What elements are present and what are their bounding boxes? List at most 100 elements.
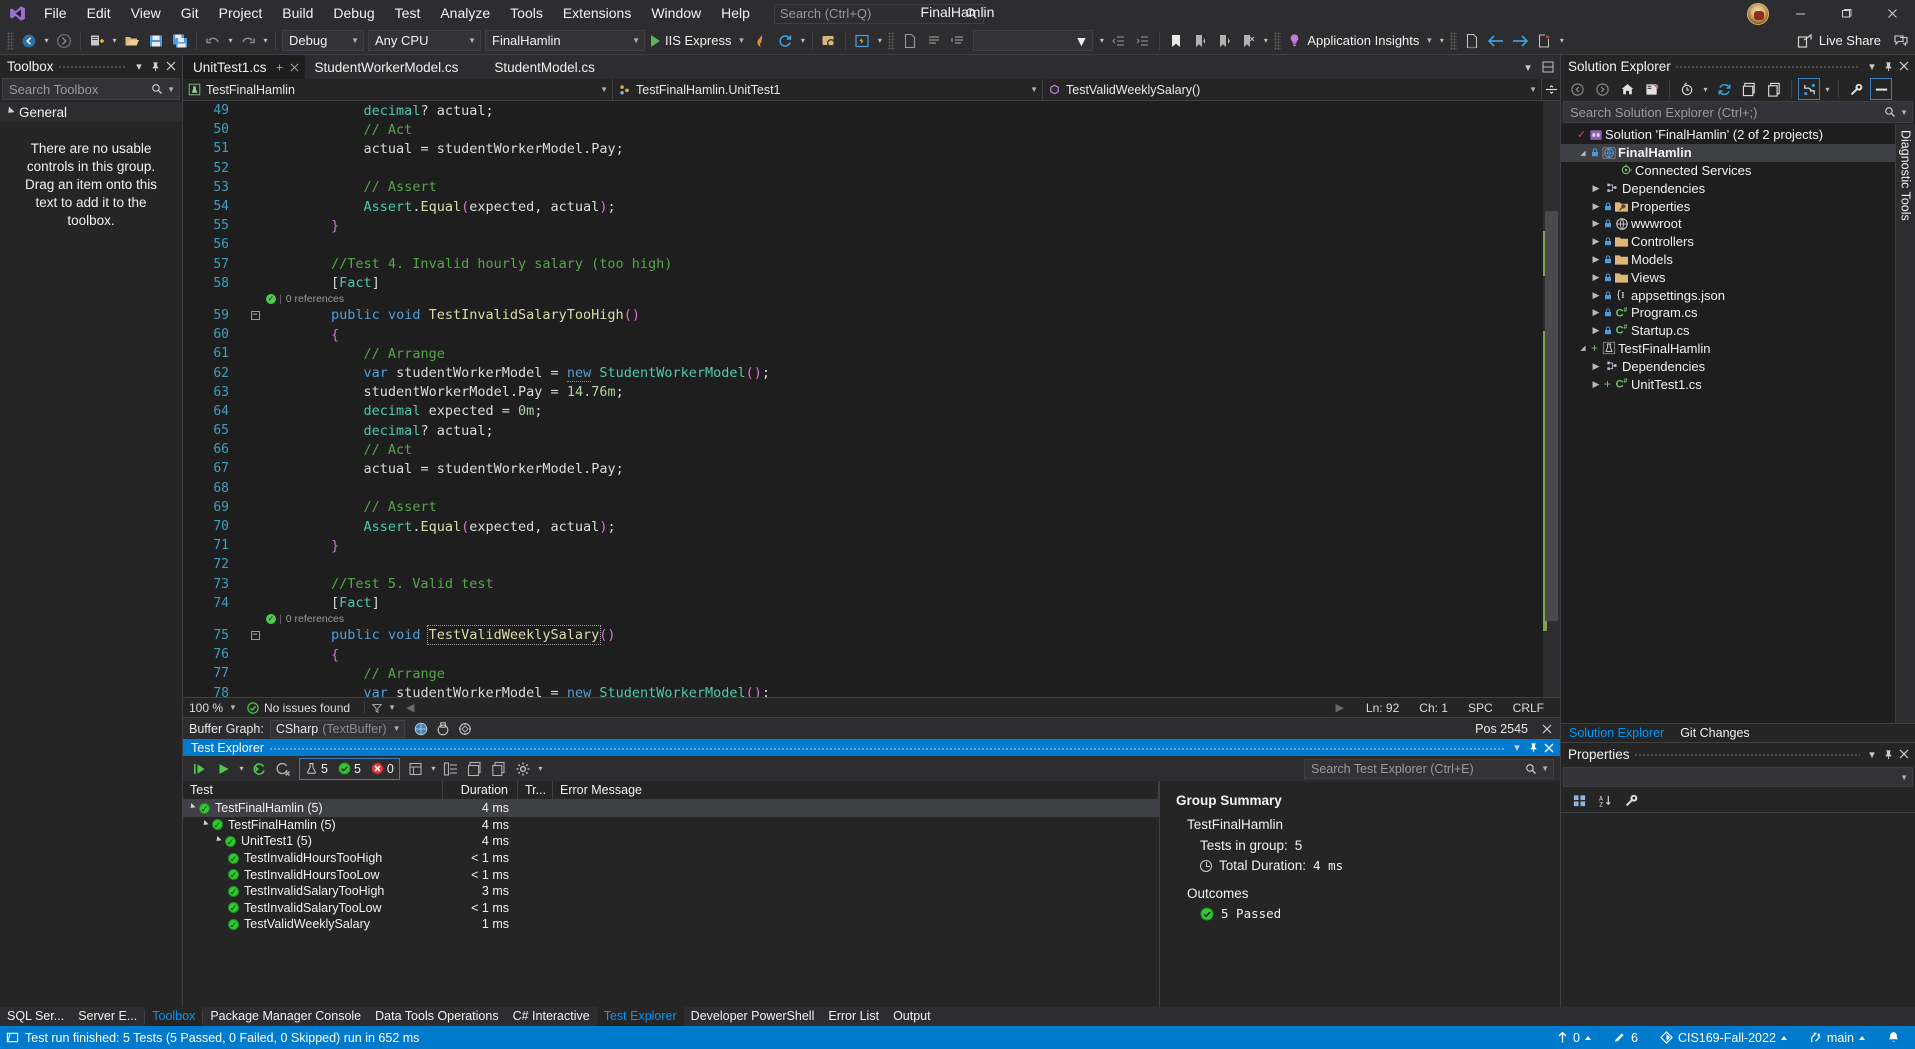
close-icon[interactable]: [290, 63, 299, 72]
chevron-right-icon[interactable]: ▶: [1589, 379, 1603, 390]
clear-bookmarks-icon[interactable]: [1237, 30, 1259, 52]
chevron-right-icon[interactable]: ▶: [1589, 290, 1603, 301]
next-issue-arrow-icon[interactable]: ▶: [1335, 701, 1355, 714]
tree-item[interactable]: ▶ C# Startup.cs: [1561, 322, 1895, 340]
bottom-tab-developer-powershell[interactable]: Developer PowerShell: [684, 1007, 822, 1026]
table-row[interactable]: ✓ TestInvalidSalaryTooHigh 3 ms: [183, 883, 1159, 900]
code-line[interactable]: 58 [Fact]: [183, 274, 1543, 293]
chevron-down-icon[interactable]: ▼: [1900, 108, 1908, 117]
chevron-right-icon[interactable]: ▶: [1589, 201, 1603, 212]
navigate-backward-dropdown[interactable]: ▾: [41, 30, 52, 52]
restart-icon[interactable]: [774, 30, 796, 52]
code-lines-container[interactable]: 49 decimal? actual; 50 // Act 51 actual = …: [183, 101, 1543, 697]
new-file-icon[interactable]: [899, 30, 921, 52]
show-all-files-icon[interactable]: [1763, 78, 1785, 100]
feedback-icon[interactable]: [1893, 33, 1909, 49]
close-icon[interactable]: [1542, 724, 1552, 734]
toolbar-grip[interactable]: [7, 31, 14, 50]
undo-dropdown[interactable]: ▾: [225, 30, 236, 52]
pin-icon[interactable]: [1880, 57, 1896, 75]
outgoing-commits-indicator[interactable]: 0: [1546, 1026, 1602, 1049]
code-line[interactable]: 78 var studentWorkerModel = new StudentW…: [183, 683, 1543, 697]
startup-project-combo[interactable]: FinalHamlin ▼: [485, 30, 645, 51]
menu-tools[interactable]: Tools: [500, 0, 553, 27]
collapse-outline-icon[interactable]: −: [244, 630, 266, 640]
notifications-indicator[interactable]: [1876, 1026, 1911, 1049]
forward-icon[interactable]: [1591, 78, 1613, 100]
solution-explorer-search-input[interactable]: Search Solution Explorer (Ctrl+;) ▼: [1563, 101, 1913, 123]
code-line[interactable]: 74 [Fact]: [183, 594, 1543, 613]
menu-test[interactable]: Test: [385, 0, 431, 27]
tab-studentworkermodel-cs[interactable]: StudentWorkerModel.cs: [304, 55, 465, 79]
filter-dropdown[interactable]: ▾: [1700, 78, 1711, 100]
categorized-view-icon[interactable]: [1568, 790, 1590, 812]
close-icon[interactable]: [1896, 57, 1912, 75]
code-line[interactable]: 51 actual = studentWorkerModel.Pay;: [183, 139, 1543, 158]
code-line[interactable]: 65 decimal? actual;: [183, 421, 1543, 440]
tree-item[interactable]: Connected Services: [1561, 162, 1895, 180]
line-ending-indicator[interactable]: CRLF: [1503, 701, 1554, 715]
code-line[interactable]: 75 − public void TestValidWeeklySalary(): [183, 625, 1543, 646]
hot-reload-icon[interactable]: [750, 30, 772, 52]
code-line[interactable]: 50 // Act: [183, 120, 1543, 139]
chevron-down-icon[interactable]: ◢: [1576, 149, 1590, 157]
preview-selected-items-icon[interactable]: [1870, 78, 1892, 100]
drag-handle-dots[interactable]: [1674, 55, 1860, 77]
sync-with-active-document-icon[interactable]: [1798, 78, 1820, 100]
save-all-icon[interactable]: [169, 30, 191, 52]
toolbox-search-input[interactable]: Search Toolbox ▼: [2, 78, 180, 100]
open-file-icon[interactable]: [121, 30, 143, 52]
home-icon[interactable]: [1616, 78, 1638, 100]
menu-edit[interactable]: Edit: [77, 0, 121, 27]
menu-build[interactable]: Build: [272, 0, 323, 27]
properties-object-combo[interactable]: ▼: [1563, 767, 1913, 787]
find-combo[interactable]: ▼: [973, 30, 1094, 51]
property-pages-icon[interactable]: [1620, 790, 1642, 812]
tree-item[interactable]: ▶ Properties: [1561, 197, 1895, 215]
pending-changes-indicator[interactable]: 6: [1602, 1026, 1649, 1049]
editor-vertical-scrollbar[interactable]: [1543, 101, 1560, 697]
properties-grid[interactable]: [1561, 813, 1915, 1007]
chevron-right-icon[interactable]: ▶: [1589, 218, 1603, 229]
tree-item[interactable]: ✓ Solution 'FinalHamlin' (2 of 2 projects…: [1561, 126, 1895, 144]
dock-tab-git-changes[interactable]: Git Changes: [1672, 724, 1757, 743]
code-line[interactable]: 57 //Test 4. Invalid hourly salary (too …: [183, 255, 1543, 274]
branch-indicator[interactable]: main: [1798, 1026, 1876, 1049]
find-dropdown[interactable]: ▾: [1096, 30, 1107, 52]
toolbar-grip[interactable]: [1274, 31, 1282, 50]
drag-handle-dots[interactable]: [268, 739, 1504, 756]
code-editor[interactable]: 49 decimal? actual; 50 // Act 51 actual = …: [183, 101, 1560, 697]
tree-item[interactable]: ▶ wwwroot: [1561, 215, 1895, 233]
code-line[interactable]: 61 // Arrange: [183, 344, 1543, 363]
dock-tab-solution-explorer[interactable]: Solution Explorer: [1561, 724, 1673, 743]
test-rows-container[interactable]: ✓ TestFinalHamlin (5) 4 ms ✓ TestFinalHamlin…: [183, 800, 1159, 1007]
codelens-references[interactable]: ✓ | 0 references: [183, 613, 1543, 626]
group-by-icon[interactable]: [405, 758, 427, 780]
code-line[interactable]: 73 //Test 5. Valid test: [183, 575, 1543, 594]
app-insights-dropdown[interactable]: ▾: [1436, 30, 1447, 52]
chevron-down-icon[interactable]: ◢: [1576, 344, 1590, 352]
undo-icon[interactable]: [202, 30, 224, 52]
code-line[interactable]: 70 Assert.Equal(expected, actual);: [183, 517, 1543, 536]
code-line[interactable]: 55 }: [183, 216, 1543, 235]
redo-icon[interactable]: [237, 30, 259, 52]
zoom-level-combo[interactable]: 100 % ▼: [183, 701, 239, 715]
code-line[interactable]: 49 decimal? actual;: [183, 101, 1543, 120]
tree-item[interactable]: ▶ Models: [1561, 251, 1895, 269]
solution-configuration-combo[interactable]: Debug ▼: [282, 30, 364, 51]
alphabetical-view-icon[interactable]: AZ: [1594, 790, 1616, 812]
switch-views-icon[interactable]: [1641, 78, 1663, 100]
chevron-right-icon[interactable]: ▶: [1589, 307, 1603, 318]
refresh-icon[interactable]: [1713, 78, 1735, 100]
code-line[interactable]: 66 // Act: [183, 440, 1543, 459]
bottom-tab-server-e[interactable]: Server E...: [71, 1007, 144, 1026]
collapse-outline-icon[interactable]: −: [244, 310, 266, 320]
close-icon[interactable]: [1896, 745, 1912, 763]
cancel-run-icon[interactable]: [272, 758, 294, 780]
prev-issue-arrow-icon[interactable]: ◀: [406, 701, 414, 714]
code-line[interactable]: 52: [183, 159, 1543, 178]
tab-list-dropdown-icon[interactable]: ▾: [1518, 58, 1538, 76]
test-explorer-dropdown-icon[interactable]: ▾: [1509, 739, 1525, 757]
bookmark-dropdown[interactable]: ▾: [1260, 30, 1271, 52]
close-document-dropdown[interactable]: ▾: [1556, 30, 1567, 52]
